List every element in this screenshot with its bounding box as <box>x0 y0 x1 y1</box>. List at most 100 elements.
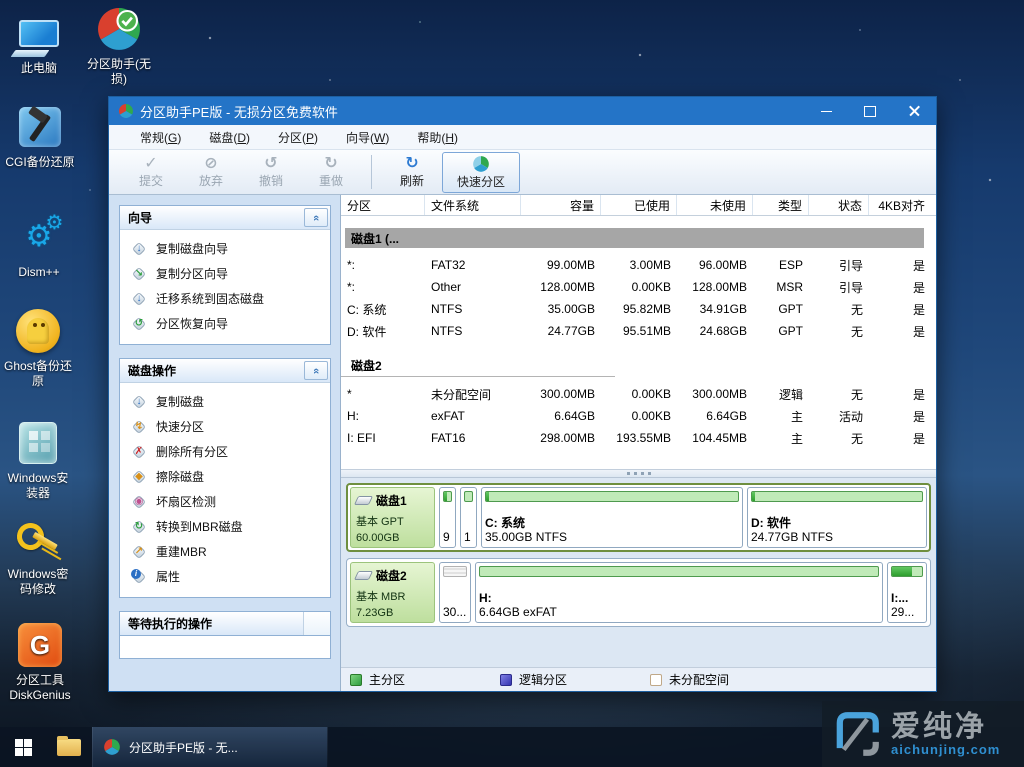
desktop-icon-cgi-backup[interactable]: CGI备份还原 <box>2 102 78 170</box>
legend-unallocated: 未分配空间 <box>650 671 800 688</box>
pending-ops-list[interactable] <box>119 635 331 659</box>
redo-button[interactable]: ↻ 重做 <box>301 152 361 193</box>
table-row[interactable]: *:FAT3299.00MB3.00MB96.00MBESP引导是 <box>341 254 936 276</box>
title-bar[interactable]: 分区助手PE版 - 无损分区免费软件 <box>109 97 936 125</box>
desktop-icon-this-pc[interactable]: 此电脑 <box>6 8 72 76</box>
primary-partition-swatch <box>350 674 362 686</box>
sidebar-item-copy-partition-wizard[interactable]: ↘ 复制分区向导 <box>120 261 330 286</box>
pending-ops-notch <box>304 612 330 635</box>
undo-button[interactable]: ↺ 撤销 <box>241 152 301 193</box>
window-title: 分区助手PE版 - 无损分区免费软件 <box>140 102 338 121</box>
discard-button[interactable]: ⊘ 放弃 <box>181 152 241 193</box>
desktop-icon-label: 分区助手(无损) <box>84 57 154 87</box>
convert-to-mbr-icon: ↻ <box>131 519 147 535</box>
column-header-partition[interactable]: 分区 <box>341 195 425 215</box>
desktop-icon-label: 此电脑 <box>6 61 72 76</box>
menu-wizard[interactable]: 向导(W) <box>332 129 403 146</box>
menu-general[interactable]: 常规(G) <box>126 129 195 146</box>
pending-ops-section: 等待执行的操作 <box>119 611 331 659</box>
sidebar-item-partition-recovery[interactable]: ↺ 分区恢复向导 <box>120 311 330 336</box>
desktop-icon-password-reset[interactable]: Windows密码修改 <box>2 514 74 597</box>
column-header-capacity[interactable]: 容量 <box>521 195 601 215</box>
quick-partition-button[interactable]: 快速分区 <box>442 152 520 193</box>
sidebar-item-wipe-disk[interactable]: ◆ 擦除磁盘 <box>120 464 330 489</box>
table-row[interactable]: H:exFAT6.64GB0.00KB6.64GB主活动是 <box>341 405 936 427</box>
table-row[interactable]: *:Other128.00MB0.00KB128.00MBMSR引导是 <box>341 276 936 298</box>
watermark-domain: aichunjing.com <box>891 742 1000 757</box>
disk1-label[interactable]: 磁盘1 基本 GPT 60.00GB <box>350 487 435 548</box>
desktop-icon-windows-installer[interactable]: Windows安装器 <box>2 418 74 501</box>
disk1-partition-c[interactable]: C: 系统35.00GB NTFS <box>481 487 743 548</box>
column-header-type[interactable]: 类型 <box>753 195 809 215</box>
column-header-used[interactable]: 已使用 <box>601 195 677 215</box>
disk2-partition-i[interactable]: I:...29... <box>887 562 927 623</box>
redo-icon: ↻ <box>324 155 337 172</box>
column-header-4kb-align[interactable]: 4KB对齐 <box>869 195 931 215</box>
disk1-partition-d[interactable]: D: 软件24.77GB NTFS <box>747 487 927 548</box>
sidebar-item-copy-disk-wizard[interactable]: ↓ 复制磁盘向导 <box>120 236 330 261</box>
wizard-section: 向导 « ↓ 复制磁盘向导 ↘ 复制分区向导 ↓ <box>119 205 331 345</box>
disk2-group-row[interactable]: 磁盘2 <box>341 357 936 377</box>
toolbar: ✓ 提交 ⊘ 放弃 ↺ 撤销 ↻ 重做 ↻ 刷新 <box>109 150 936 195</box>
column-header-status[interactable]: 状态 <box>809 195 869 215</box>
sidebar-item-copy-disk[interactable]: ↓ 复制磁盘 <box>120 389 330 414</box>
diskgenius-icon: G <box>18 623 62 667</box>
partition-assistant-icon <box>95 5 143 53</box>
toolbar-separator <box>371 155 372 189</box>
menu-partition[interactable]: 分区(P) <box>264 129 332 146</box>
start-button[interactable] <box>0 727 46 767</box>
disk2-label[interactable]: 磁盘2 基本 MBR 7.23GB <box>350 562 435 623</box>
sidebar-item-migrate-os-ssd[interactable]: ↓ 迁移系统到固态磁盘 <box>120 286 330 311</box>
desktop-icon-ghost-backup[interactable]: Ghost备份还原 <box>2 306 74 389</box>
partition-table: 分区 文件系统 容量 已使用 未使用 类型 状态 4KB对齐 磁盘1 (... … <box>341 195 936 469</box>
maximize-button[interactable] <box>848 97 892 125</box>
desktop-icon-label: Dism++ <box>4 265 74 280</box>
close-button[interactable] <box>892 97 936 125</box>
legend-logical-partition: 逻辑分区 <box>500 671 650 688</box>
desktop-icon-diskgenius[interactable]: G 分区工具DiskGenius <box>2 620 78 703</box>
sidebar-item-bad-sector-test[interactable]: ◉ 坏扇区检测 <box>120 489 330 514</box>
taskbar-task-partition-assistant[interactable]: 分区助手PE版 - 无... <box>92 727 328 767</box>
disk1-group-row[interactable]: 磁盘1 (... <box>345 228 924 248</box>
column-header-unused[interactable]: 未使用 <box>677 195 753 215</box>
disk2-panel[interactable]: 磁盘2 基本 MBR 7.23GB 30... H:6.64GB exFAT <box>346 558 931 627</box>
logical-partition-swatch <box>500 674 512 686</box>
partition-assistant-task-icon <box>103 738 121 756</box>
disk1-panel[interactable]: 磁盘1 基本 GPT 60.00GB 9 1 <box>346 483 931 552</box>
desktop-icon-dism[interactable]: ⚙⚙ Dism++ <box>4 212 74 280</box>
disk1-partition-msr[interactable]: 1 <box>460 487 477 548</box>
sidebar-item-convert-to-mbr[interactable]: ↻ 转换到MBR磁盘 <box>120 514 330 539</box>
discard-icon: ⊘ <box>204 155 217 172</box>
watermark: 爱纯净 aichunjing.com <box>822 701 1024 767</box>
commit-button[interactable]: ✓ 提交 <box>121 152 181 193</box>
menu-help[interactable]: 帮助(H) <box>403 129 472 146</box>
table-row[interactable]: *未分配空间300.00MB0.00KB300.00MB逻辑无是 <box>341 383 936 405</box>
sidebar-item-quick-partition[interactable]: ↯ 快速分区 <box>120 414 330 439</box>
app-icon <box>118 103 134 119</box>
collapse-disk-ops-button[interactable]: « <box>304 361 328 380</box>
desktop-icon-partition-assistant[interactable]: 分区助手(无损) <box>84 4 154 87</box>
rebuild-mbr-icon: ↗ <box>131 544 147 560</box>
table-row[interactable]: I: EFIFAT16298.00MB193.55MB104.45MB主无是 <box>341 427 936 449</box>
disk2-partition-h[interactable]: H:6.64GB exFAT <box>475 562 883 623</box>
disk1-partition-esp[interactable]: 9 <box>439 487 456 548</box>
minimize-button[interactable] <box>804 97 848 125</box>
bad-sector-test-icon: ◉ <box>131 494 147 510</box>
sidebar-item-rebuild-mbr[interactable]: ↗ 重建MBR <box>120 539 330 564</box>
properties-icon: i <box>131 569 147 585</box>
disk2-unallocated[interactable]: 30... <box>439 562 471 623</box>
column-header-filesystem[interactable]: 文件系统 <box>425 195 521 215</box>
menu-disk[interactable]: 磁盘(D) <box>195 129 264 146</box>
splitter-handle[interactable] <box>341 469 936 478</box>
copy-disk-icon: ↓ <box>131 394 147 410</box>
disk-ops-section: 磁盘操作 « ↓ 复制磁盘 ↯ 快速分区 ✗ <box>119 358 331 598</box>
undo-icon: ↺ <box>264 155 277 172</box>
table-row[interactable]: C: 系统NTFS35.00GB95.82MB34.91GBGPT无是 <box>341 298 936 320</box>
sidebar-item-delete-all-partitions[interactable]: ✗ 删除所有分区 <box>120 439 330 464</box>
file-explorer-button[interactable] <box>46 727 92 767</box>
wizard-section-title: 向导 <box>128 209 152 226</box>
refresh-button[interactable]: ↻ 刷新 <box>382 152 442 193</box>
sidebar-item-properties[interactable]: i 属性 <box>120 564 330 589</box>
collapse-wizard-button[interactable]: « <box>304 208 328 227</box>
table-row[interactable]: D: 软件NTFS24.77GB95.51MB24.68GBGPT无是 <box>341 320 936 342</box>
